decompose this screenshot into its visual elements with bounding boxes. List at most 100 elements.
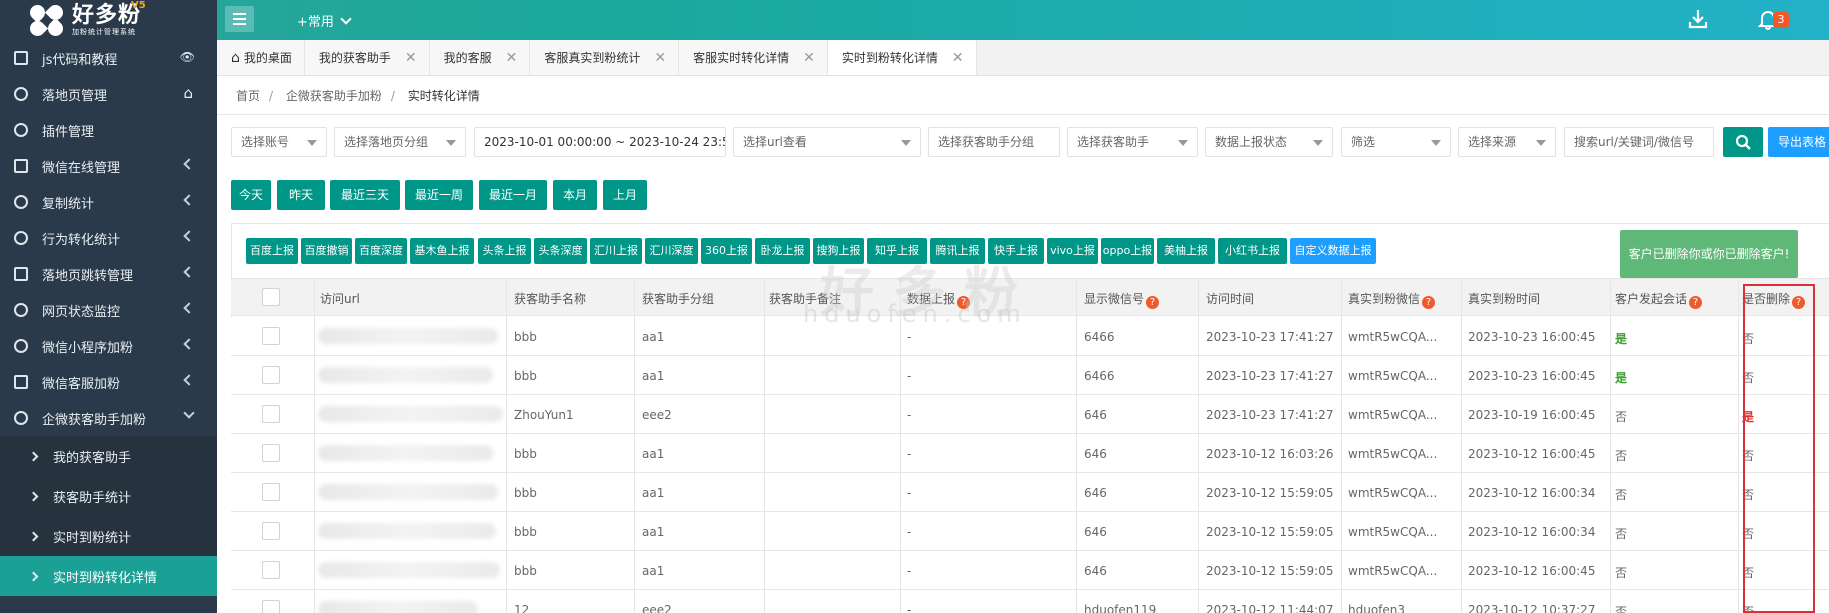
sidebar-item-4[interactable]: 复制统计 [0,184,217,220]
row-checkbox[interactable] [262,327,280,345]
sidebar-item-label: 微信在线管理 [42,160,121,176]
close-icon[interactable]: ✕ [803,50,815,66]
report-button-8[interactable]: 360上报 [701,238,752,264]
logo[interactable]: 好多粉 加粉统计管理系统 V5 [0,0,217,40]
report-button-16[interactable]: 美柚上报 [1157,238,1215,264]
search-input[interactable]: 搜索url/关键词/微信号 [1564,127,1714,157]
sidebar-item-9[interactable]: 微信客服加粉 [0,364,217,400]
quick-date-button-1[interactable]: 昨天 [277,180,325,210]
cell-wechat: hduofen119 [1084,603,1157,613]
tab-0[interactable]: ⌂ 我的桌面 [217,40,305,75]
close-icon[interactable]: ✕ [506,50,518,66]
report-button-7[interactable]: 汇川深度 [645,238,698,264]
filter-select[interactable]: 筛选 [1341,127,1451,157]
cell-name: 12 [514,603,530,613]
sidebar-item-5[interactable]: 行为转化统计 [0,220,217,256]
row-checkbox[interactable] [262,522,280,540]
sidebar-item-0[interactable]: js代码和教程 👁 [0,40,217,76]
sidebar-item-2[interactable]: 插件管理 [0,112,217,148]
date-range-input[interactable]: 2023-10-01 00:00:00 ~ 2023-10-24 23:59:5… [474,127,726,157]
row-checkbox[interactable] [262,366,280,384]
close-icon[interactable]: ✕ [654,50,666,66]
close-icon[interactable]: ✕ [405,50,417,66]
report-button-14[interactable]: vivo上报 [1047,238,1098,264]
tab-5[interactable]: 实时到粉转化详情 ✕ [827,40,977,75]
eye-icon[interactable]: 👁 [180,50,195,64]
export-button[interactable]: 导出表格 [1768,127,1829,157]
quick-date-button-0[interactable]: 今天 [231,180,271,210]
download-icon[interactable] [1688,8,1708,30]
tab-1[interactable]: 我的获客助手 ✕ [304,40,430,75]
column-header-label: 访问时间 [1206,292,1255,306]
report-button-2[interactable]: 百度深度 [355,238,407,264]
cell-session: 是 [1615,371,1628,385]
close-icon[interactable]: ✕ [952,50,964,66]
row-checkbox[interactable] [262,600,280,613]
source-select[interactable]: 选择来源 [1458,127,1556,157]
sidebar-item-10[interactable]: 企微获客助手加粉 [0,400,217,436]
notification-badge: 3 [1773,12,1789,28]
sidebar-subitem-0[interactable]: 我的获客助手 [0,436,217,476]
menu-toggle-icon[interactable] [225,6,254,32]
quick-date-button-5[interactable]: 本月 [553,180,597,210]
sidebar-item-7[interactable]: 网页状态监控 [0,292,217,328]
column-divider [634,278,635,613]
sidebar-subitem-1[interactable]: 获客助手统计 [0,476,217,516]
help-icon[interactable]: ? [1146,296,1160,309]
help-icon[interactable]: ? [1422,296,1436,309]
report-button-3[interactable]: 基木鱼上报 [410,238,474,264]
quick-date-button-2[interactable]: 最近三天 [330,180,400,210]
cell-report: - [907,564,912,578]
report-button-5[interactable]: 头条深度 [534,238,587,264]
breadcrumb-parent[interactable]: 企微获客助手加粉 [286,89,382,103]
landing-group-select[interactable]: 选择落地页分组 [334,127,466,157]
select-all-checkbox[interactable] [262,288,280,306]
sidebar-item-6[interactable]: 落地页跳转管理 [0,256,217,292]
home-icon[interactable]: ⌂ [183,84,193,102]
sidebar-item-8[interactable]: 微信小程序加粉 [0,328,217,364]
row-checkbox[interactable] [262,444,280,462]
sidebar-item-label: 复制统计 [42,196,95,212]
sidebar-item-label: 企微获客助手加粉 [42,412,147,428]
report-button-4[interactable]: 头条上报 [478,238,531,264]
row-checkbox[interactable] [262,405,280,423]
url-select[interactable]: 选择url查看 [733,127,921,157]
chat-icon [14,375,28,389]
account-select[interactable]: 选择账号 [231,127,327,157]
column-header-1: 获客助手名称 [514,290,586,307]
help-icon[interactable]: ? [1689,296,1703,309]
report-button-6[interactable]: 汇川上报 [590,238,642,264]
cell-report: - [907,369,912,383]
cell-visit: 2023-10-23 17:41:27 [1206,330,1334,344]
report-button-9[interactable]: 卧龙上报 [755,238,810,264]
sidebar-item-1[interactable]: 落地页管理 ⌂ [0,76,217,112]
report-button-0[interactable]: 百度上报 [246,238,298,264]
common-menu[interactable]: +常用 [297,11,352,30]
search-button[interactable] [1723,127,1763,157]
assistant-select[interactable]: 选择获客助手 [1067,127,1198,157]
sidebar-subitem-2[interactable]: 实时到粉统计 [0,516,217,556]
tab-3[interactable]: 客服真实到粉统计 ✕ [530,40,680,75]
report-status-select[interactable]: 数据上报状态 [1205,127,1333,157]
tab-2[interactable]: 我的客服 ✕ [429,40,531,75]
row-checkbox[interactable] [262,483,280,501]
sidebar-item-3[interactable]: 微信在线管理 [0,148,217,184]
cell-wechat: 646 [1084,447,1107,461]
cell-real_time: 2023-10-12 16:00:34 [1468,525,1596,539]
sidebar: js代码和教程 👁 落地页管理 ⌂ 插件管理微信在线管理 复制统计行为转化统计 落地页跳转管… [0,40,217,613]
redacted-url [318,367,493,383]
report-button-15[interactable]: oppo上报 [1101,238,1154,264]
quick-date-button-6[interactable]: 上月 [603,180,647,210]
cell-real_time: 2023-10-23 16:00:45 [1468,330,1596,344]
quick-date-button-4[interactable]: 最近一月 [479,180,547,210]
row-checkbox[interactable] [262,561,280,579]
cell-name: bbb [514,330,537,344]
report-button-17[interactable]: 小红书上报 [1218,238,1287,264]
report-button-1[interactable]: 百度撤销 [301,238,352,264]
breadcrumb-home[interactable]: 首页 [236,89,260,103]
assistant-group-select[interactable]: 选择获客助手分组 [928,127,1060,157]
sidebar-subitem-3[interactable]: 实时到粉转化详情 [0,556,217,596]
quick-date-button-3[interactable]: 最近一周 [405,180,473,210]
report-button-18[interactable]: 自定义数据上报 [1290,238,1376,264]
tab-4[interactable]: 客服实时转化详情 ✕ [679,40,828,75]
